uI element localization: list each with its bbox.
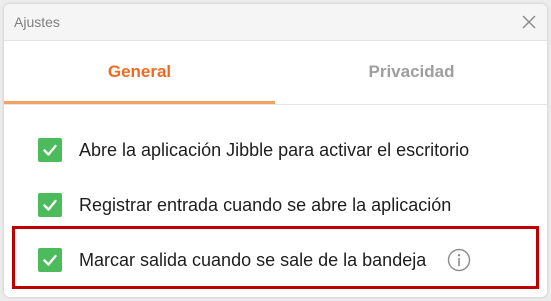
checkmark-icon: [43, 254, 57, 266]
option-clock-out: Marcar salida cuando se sale de la bande…: [38, 247, 471, 273]
settings-window: Ajustes General Privacidad Abre la aplic…: [4, 4, 547, 297]
checkbox-clock-out[interactable]: [38, 248, 62, 272]
checkmark-icon: [43, 144, 57, 156]
close-icon: [522, 15, 536, 29]
option-clock-in: Registrar entrada cuando se abre la apli…: [38, 192, 451, 218]
option-label: Registrar entrada cuando se abre la apli…: [79, 194, 452, 215]
option-label: Marcar salida cuando se sale de la bande…: [79, 249, 427, 270]
info-icon: [448, 248, 471, 272]
tab-bar: General Privacidad: [4, 41, 547, 105]
checkbox-open-app[interactable]: [38, 138, 62, 162]
option-label: Abre la aplicación Jibble para activar e…: [79, 139, 470, 160]
checkmark-icon: [43, 199, 57, 211]
close-button[interactable]: [519, 12, 539, 32]
window-title: Ajustes: [14, 14, 60, 30]
option-open-app: Abre la aplicación Jibble para activar e…: [38, 137, 469, 163]
title-bar: Ajustes: [4, 4, 547, 41]
checkbox-clock-in[interactable]: [38, 193, 62, 217]
tab-privacidad[interactable]: Privacidad: [276, 41, 547, 103]
tab-general[interactable]: General: [4, 41, 275, 104]
info-button[interactable]: [447, 248, 471, 272]
